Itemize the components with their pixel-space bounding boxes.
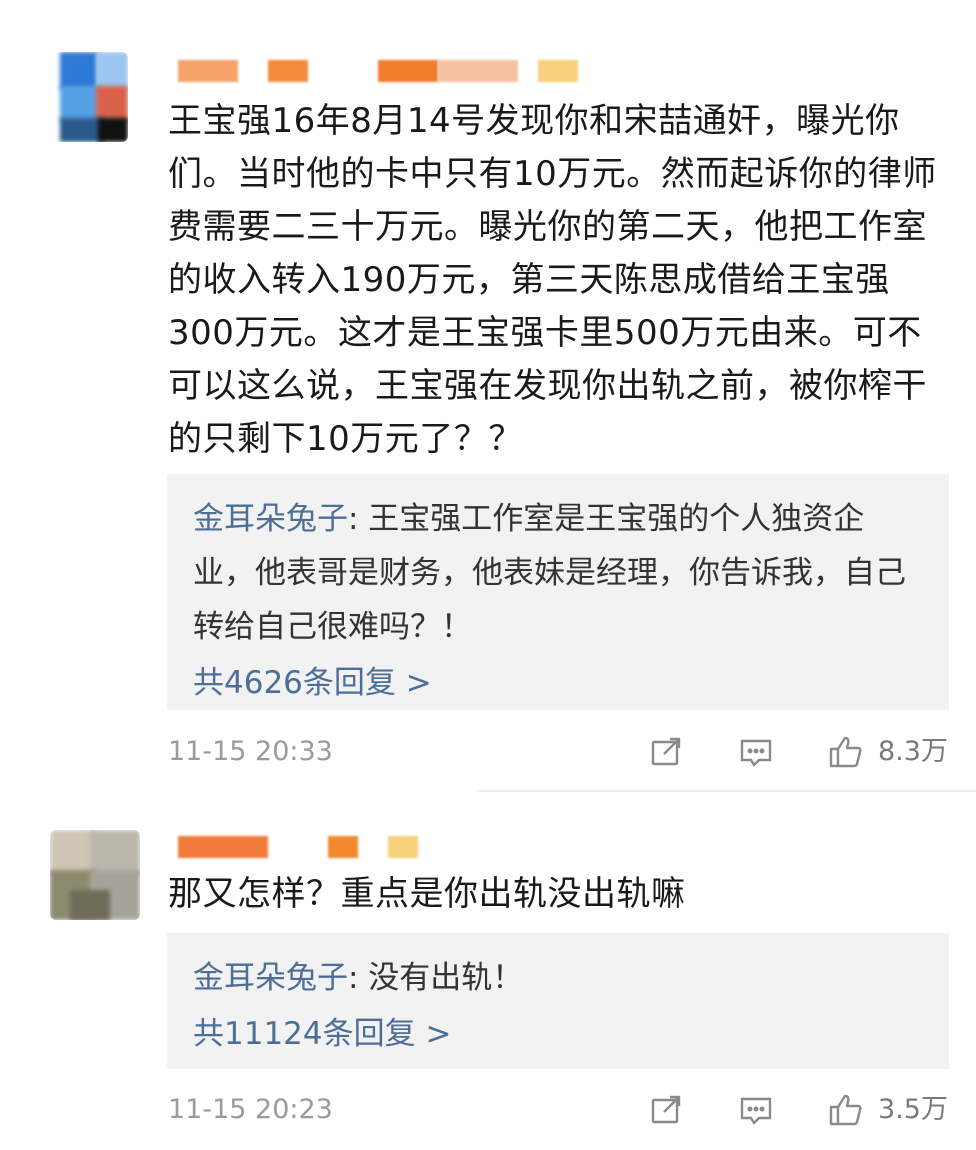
reply-count-link[interactable]: 共11124条回复 > (193, 1007, 923, 1061)
reply-author[interactable]: 金耳朵兔子 (193, 960, 348, 996)
reply-content: 金耳朵兔子: 没有出轨！ (193, 951, 923, 1005)
reply-text: : 没有出轨！ (348, 960, 524, 996)
comment-icon[interactable] (738, 1092, 778, 1128)
like-count: 3.5万 (878, 1094, 948, 1125)
comment-item: 那又怎样？重点是你出轨没出轨嘛 金耳朵兔子: 没有出轨！ 共11124条回复 >… (0, 0, 976, 1150)
reply-preview[interactable]: 金耳朵兔子: 没有出轨！ 共11124条回复 > (167, 933, 949, 1069)
username[interactable] (178, 836, 438, 862)
comment-text: 那又怎样？重点是你出轨没出轨嘛 (168, 874, 686, 914)
share-icon[interactable] (648, 1092, 688, 1128)
thumbs-up-icon[interactable] (828, 1092, 868, 1128)
avatar[interactable] (50, 830, 140, 920)
comment-meta: 11-15 20:23 3.5万 (168, 1090, 948, 1130)
timestamp: 11-15 20:23 (168, 1094, 333, 1125)
